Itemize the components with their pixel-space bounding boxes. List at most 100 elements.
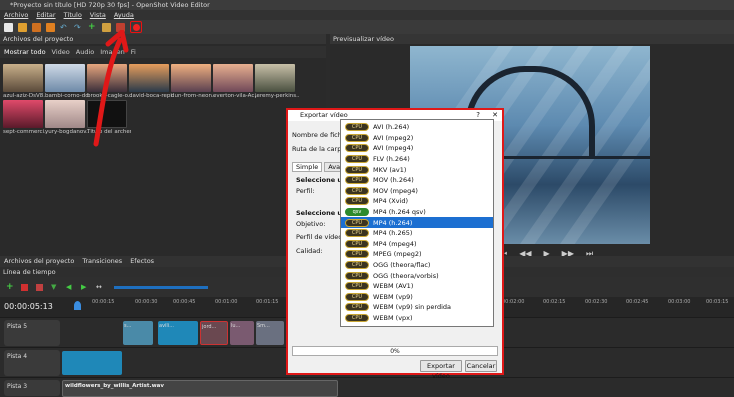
export-progress-bar: 0% xyxy=(292,346,498,356)
playhead-handle[interactable] xyxy=(74,301,81,310)
timeline-clip[interactable]: s... xyxy=(123,321,153,345)
zoom-slider[interactable] xyxy=(114,286,208,289)
ruler-tick: 00:00:30 xyxy=(135,299,158,305)
ruler-tick: 00:02:45 xyxy=(626,299,649,305)
open-project-icon[interactable] xyxy=(18,22,27,32)
save-project-icon[interactable] xyxy=(32,22,41,32)
track-name: Pista 5 xyxy=(4,320,60,346)
export-video-confirm-button[interactable]: Exportar vídeo xyxy=(420,360,462,380)
encoder-badge: CPU xyxy=(345,282,369,291)
track-name: Pista 3 xyxy=(4,380,60,396)
project-files-filter-tabs: Mostrar todo Video Audio Imagen Fi xyxy=(0,46,326,58)
file-label: sept-commerci... xyxy=(3,129,47,135)
format-option[interactable]: CPU WEBM (vp9) xyxy=(341,292,493,303)
file-thumbnail[interactable] xyxy=(3,100,43,128)
clip-label: wildflowers_by_willis_Artist.wav xyxy=(65,383,164,389)
filter-video[interactable]: Video xyxy=(52,48,70,56)
format-option[interactable]: CPU MOV (h.264) xyxy=(341,175,493,186)
format-option-label: AVI (h.264) xyxy=(373,123,410,132)
ruler-tick: 00:01:15 xyxy=(256,299,279,305)
tab-project-files[interactable]: Archivos del proyecto xyxy=(4,256,74,267)
clip-label: lu... xyxy=(231,323,241,329)
timeline-clip[interactable]: avili... xyxy=(158,321,198,345)
timeline-track[interactable]: Pista 3 wildflowers_by_willis_Artist.wav xyxy=(0,377,734,397)
format-option-label: AVI (mpeg2) xyxy=(373,133,414,142)
undo-icon[interactable]: ↶ xyxy=(60,23,69,32)
encoder-badge: CPU xyxy=(345,155,369,164)
file-label: yury-bogdanov... xyxy=(45,129,89,135)
format-option-label: MOV (mpeg4) xyxy=(373,186,418,195)
menu-titulo[interactable]: Título xyxy=(64,10,82,20)
format-option[interactable]: CPU MKV (av1) xyxy=(341,164,493,175)
format-option[interactable]: CPU MP4 (mpeg4) xyxy=(341,239,493,250)
file-label: bambi-corno-dd... xyxy=(45,93,89,99)
file-thumbnail[interactable] xyxy=(45,64,85,92)
format-option-label: WEBM (vpx) xyxy=(373,314,413,323)
razor-icon[interactable] xyxy=(36,283,43,291)
cancel-button[interactable]: Cancelar xyxy=(465,360,497,372)
ruler-tick: 00:02:00 xyxy=(502,299,525,305)
file-thumbnail[interactable] xyxy=(129,64,169,92)
format-option[interactable]: CPU OGG (theora/vorbis) xyxy=(341,270,493,281)
format-option[interactable]: CPU MPEG (mpeg2) xyxy=(341,249,493,260)
format-option[interactable]: CPU MOV (mpeg4) xyxy=(341,186,493,197)
target-format-dropdown[interactable]: CPU AVI (h.264) CPU AVI (mpeg2) CPU AVI (mpeg… xyxy=(340,119,494,327)
center-timeline-icon[interactable]: ↔ xyxy=(96,283,103,291)
format-option[interactable]: qsv MP4 (h.264 qsv) xyxy=(341,207,493,218)
snap-icon[interactable] xyxy=(21,283,28,291)
clip-label: Sm... xyxy=(257,323,270,329)
format-option[interactable]: CPU MP4 (Xvid) xyxy=(341,196,493,207)
menu-ayuda[interactable]: Ayuda xyxy=(114,10,134,20)
format-option[interactable]: CPU WEBM (vp9) sin perdida xyxy=(341,302,493,313)
encoder-badge: CPU xyxy=(345,239,369,248)
format-option-label: OGG (theora/flac) xyxy=(373,261,431,270)
file-thumbnail[interactable] xyxy=(171,64,211,92)
format-option-label: WEBM (AV1) xyxy=(373,282,414,291)
tab-transitions[interactable]: Transiciones xyxy=(82,256,122,267)
ruler-tick: 00:01:00 xyxy=(215,299,238,305)
ruler-tick: 00:02:30 xyxy=(585,299,608,305)
file-thumbnail[interactable] xyxy=(3,64,43,92)
format-option[interactable]: CPU AVI (mpeg2) xyxy=(341,133,493,144)
format-option[interactable]: CPU WEBM (vpx) xyxy=(341,313,493,324)
format-option[interactable]: CPU MP4 (h.265) xyxy=(341,228,493,239)
tab-simple[interactable]: Simple xyxy=(292,162,323,172)
redo-icon[interactable]: ↷ xyxy=(74,23,83,32)
marker-icon[interactable]: ▼ xyxy=(51,283,58,291)
menu-vista[interactable]: Vista xyxy=(90,10,106,20)
timeline-clip[interactable]: jord... xyxy=(200,321,228,345)
menu-editar[interactable]: Editar xyxy=(36,10,55,20)
timeline-audio-clip[interactable]: wildflowers_by_willis_Artist.wav xyxy=(62,380,338,397)
format-option[interactable]: CPU WEBM (AV1) xyxy=(341,281,493,292)
file-thumbnail[interactable] xyxy=(45,100,85,128)
annotation-arrow-icon xyxy=(93,30,129,147)
format-option-label: WEBM (vp9) xyxy=(373,292,413,301)
format-option[interactable]: CPU AVI (mpeg4) xyxy=(341,143,493,154)
encoder-badge: CPU xyxy=(345,303,369,312)
profile-label: Perfil: xyxy=(296,187,315,195)
encoder-badge: CPU xyxy=(345,133,369,142)
add-track-icon[interactable]: + xyxy=(6,282,14,291)
ruler-tick: 00:00:45 xyxy=(173,299,196,305)
format-option[interactable]: CPU AVI (h.264) xyxy=(341,122,493,133)
save-as-icon[interactable] xyxy=(46,22,55,32)
encoder-badge: CPU xyxy=(345,144,369,153)
tab-effects[interactable]: Efectos xyxy=(130,256,154,267)
format-option[interactable]: CPU MP4 (h.264) xyxy=(341,217,493,228)
file-thumbnail[interactable] xyxy=(213,64,253,92)
encoder-badge: CPU xyxy=(345,186,369,195)
previous-marker-icon[interactable]: ◀ xyxy=(66,283,73,291)
filter-show-all[interactable]: Mostrar todo xyxy=(4,48,46,56)
format-option-label: MOV (h.264) xyxy=(373,176,414,185)
next-marker-icon[interactable]: ▶ xyxy=(81,283,88,291)
file-thumbnail[interactable] xyxy=(255,64,295,92)
format-option[interactable]: CPU OGG (theora/flac) xyxy=(341,260,493,271)
new-project-icon[interactable] xyxy=(4,22,13,32)
menu-archivo[interactable]: Archivo xyxy=(4,10,28,20)
encoder-badge: CPU xyxy=(345,314,369,323)
timeline-clip[interactable]: Sm... xyxy=(256,321,284,345)
timeline-clip[interactable] xyxy=(62,351,122,375)
timeline-clip[interactable]: lu... xyxy=(230,321,254,345)
dialog-title: Exportar vídeo xyxy=(300,111,348,119)
format-option[interactable]: CPU FLV (h.264) xyxy=(341,154,493,165)
